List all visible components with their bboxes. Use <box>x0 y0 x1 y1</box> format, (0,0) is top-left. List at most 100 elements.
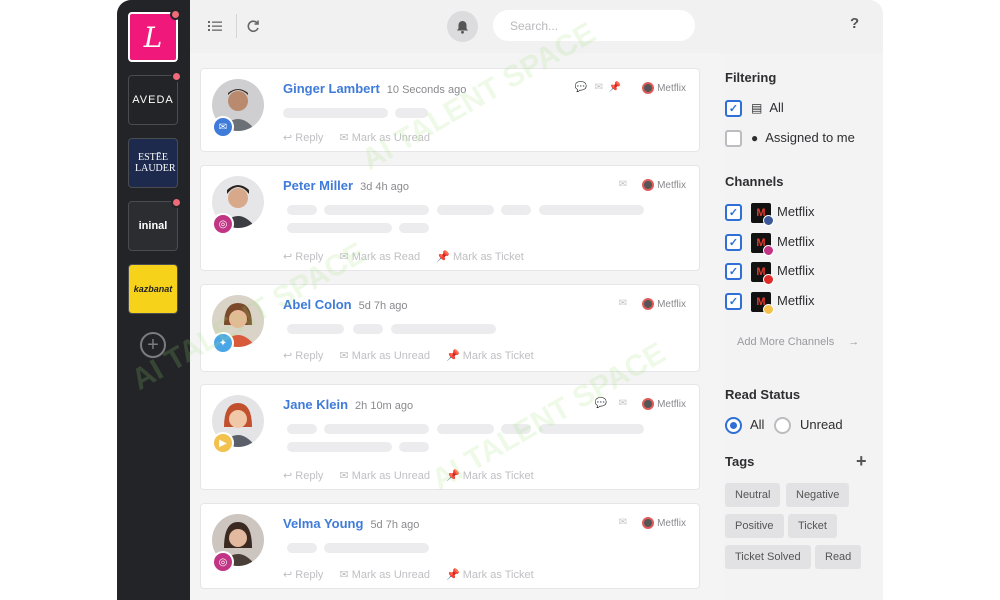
mark-read-button[interactable]: ✉ Mark as Read <box>339 250 420 263</box>
checklist-icon[interactable] <box>206 17 224 35</box>
placeholder-line <box>324 543 429 553</box>
reply-button[interactable]: ↩ Reply <box>283 469 323 482</box>
notifications-button[interactable] <box>447 11 478 42</box>
filter-all-checkbox[interactable]: ✓ <box>725 100 742 117</box>
top-bar: ? <box>190 0 883 53</box>
twitter-icon: ✦ <box>212 332 234 354</box>
message-actions: ↩ Reply ✉ Mark as Unread <box>283 131 430 144</box>
sender-name: Peter Miller 3d 4h ago <box>283 178 410 193</box>
placeholder-line <box>501 205 531 215</box>
notification-dot <box>171 197 182 208</box>
notification-dot <box>171 71 182 82</box>
channels-title: Channels <box>725 174 784 189</box>
reply-button[interactable]: ↩ Reply <box>283 568 323 581</box>
list-icon: ▤ <box>751 100 763 115</box>
channel-checkbox[interactable]: ✓ <box>725 263 742 280</box>
placeholder-line <box>353 324 383 334</box>
placeholder-line <box>287 442 392 452</box>
mark-ticket-button[interactable]: 📌 Mark as Ticket <box>446 469 534 482</box>
reply-button[interactable]: ↩ Reply <box>283 349 323 362</box>
add-brand-button[interactable]: + <box>140 332 166 358</box>
brand-l[interactable]: L <box>128 9 181 62</box>
mark-ticket-button[interactable]: 📌 Mark as Ticket <box>436 250 524 263</box>
tags-title: Tags <box>725 454 755 469</box>
sender-name: Jane Klein 2h 10m ago <box>283 397 414 412</box>
mark-unread-button[interactable]: ✉ Mark as Unread <box>339 349 430 362</box>
brand-estee-lauder[interactable]: ESTĒE LAUDER <box>128 138 178 188</box>
add-tag-button[interactable]: + <box>856 451 867 472</box>
play-store-icon <box>763 304 774 315</box>
placeholder-line <box>399 442 429 452</box>
notification-dot <box>170 9 181 20</box>
placeholder-line <box>283 108 388 118</box>
tag-chip-ticket[interactable]: Ticket <box>788 514 837 538</box>
help-button[interactable]: ? <box>850 15 859 32</box>
comment-icon[interactable]: 💬 <box>595 398 607 409</box>
message-card[interactable]: ✉ Ginger Lambert 10 Seconds ago 💬 ✉ 📌 Met… <box>200 68 700 152</box>
tag-chip-neutral[interactable]: Neutral <box>725 483 781 507</box>
brand-l-label: L <box>143 20 163 54</box>
channel-checkbox[interactable]: ✓ <box>725 204 742 221</box>
tag-chip-negative[interactable]: Negative <box>786 483 850 507</box>
mark-ticket-button[interactable]: 📌 Mark as Ticket <box>446 568 534 581</box>
brand-kazbanat[interactable]: kazbanat <box>128 264 178 314</box>
facebook-icon <box>763 215 774 226</box>
instagram-icon <box>763 245 774 256</box>
placeholder-line <box>539 424 644 434</box>
mark-unread-button[interactable]: ✉ Mark as Unread <box>339 131 430 144</box>
comment-icon[interactable]: 💬 <box>575 82 587 93</box>
placeholder-line <box>437 424 494 434</box>
envelope-icon[interactable]: ✉ <box>595 82 603 93</box>
refresh-icon[interactable] <box>244 17 262 35</box>
message-card[interactable]: ◎ Peter Miller 3d 4h ago ✉ Metflix ↩ Repl… <box>200 165 700 271</box>
message-actions: ↩ Reply ✉ Mark as Unread 📌 Mark as Ticke… <box>283 469 534 482</box>
message-card[interactable]: ✦ Abel Colon 5d 7h ago ✉ Metflix ↩ Reply … <box>200 284 700 372</box>
message-feed: ✉ Ginger Lambert 10 Seconds ago 💬 ✉ 📌 Met… <box>190 53 723 600</box>
mark-unread-button[interactable]: ✉ Mark as Unread <box>339 469 430 482</box>
envelope-icon[interactable]: ✉ <box>619 517 627 528</box>
placeholder-line <box>287 324 344 334</box>
search-input[interactable] <box>493 10 695 41</box>
reply-button[interactable]: ↩ Reply <box>283 131 323 144</box>
reply-button[interactable]: ↩ Reply <box>283 250 323 263</box>
envelope-icon[interactable]: ✉ <box>619 179 627 190</box>
tag-chip-positive[interactable]: Positive <box>725 514 784 538</box>
pin-icon[interactable]: 📌 <box>609 82 621 93</box>
placeholder-line <box>287 223 392 233</box>
placeholder-line <box>501 424 531 434</box>
channel-checkbox[interactable]: ✓ <box>725 293 742 310</box>
read-status-title: Read Status <box>725 387 801 402</box>
filtering-title: Filtering <box>725 70 777 85</box>
tag-chip-ticket-solved[interactable]: Ticket Solved <box>725 545 811 569</box>
channel-logo-icon <box>642 517 655 529</box>
divider <box>236 14 237 38</box>
brand-aveda[interactable]: AVEDA <box>128 71 182 125</box>
filter-assigned-checkbox[interactable]: ✓ <box>725 130 742 147</box>
read-all-radio[interactable] <box>725 417 742 434</box>
sender-name: Abel Colon 5d 7h ago <box>283 297 408 312</box>
instagram-icon: ◎ <box>212 551 234 573</box>
read-unread-radio[interactable] <box>774 417 791 434</box>
placeholder-line <box>399 223 429 233</box>
channel-logo-icon <box>642 179 655 191</box>
app-window: L AVEDA ESTĒE LAUDER ininal kazbanat + ?… <box>117 0 883 600</box>
mark-ticket-button[interactable]: 📌 Mark as Ticket <box>446 349 534 362</box>
instagram-icon: ◎ <box>212 213 234 235</box>
envelope-icon[interactable]: ✉ <box>619 398 627 409</box>
youtube-icon <box>763 274 774 285</box>
message-card[interactable]: ▶ Jane Klein 2h 10m ago 💬 ✉ Metflix ↩ Rep… <box>200 384 700 490</box>
message-card[interactable]: ◎ Velma Young 5d 7h ago ✉ Metflix ↩ Reply… <box>200 503 700 589</box>
tag-chip-read[interactable]: Read <box>815 545 862 569</box>
add-more-channels-link[interactable]: Add More Channels → <box>737 336 859 348</box>
mark-unread-button[interactable]: ✉ Mark as Unread <box>339 568 430 581</box>
placeholder-line <box>324 205 429 215</box>
placeholder-line <box>391 324 496 334</box>
read-all-label: All <box>750 417 765 432</box>
channel-name: Metflix <box>777 204 815 219</box>
channel-checkbox[interactable]: ✓ <box>725 234 742 251</box>
brand-ininal[interactable]: ininal <box>128 197 182 251</box>
message-actions: ↩ Reply ✉ Mark as Unread 📌 Mark as Ticke… <box>283 568 534 581</box>
channel-logo-icon <box>642 298 655 310</box>
envelope-icon[interactable]: ✉ <box>619 298 627 309</box>
channel-tag: Metflix <box>642 517 686 529</box>
